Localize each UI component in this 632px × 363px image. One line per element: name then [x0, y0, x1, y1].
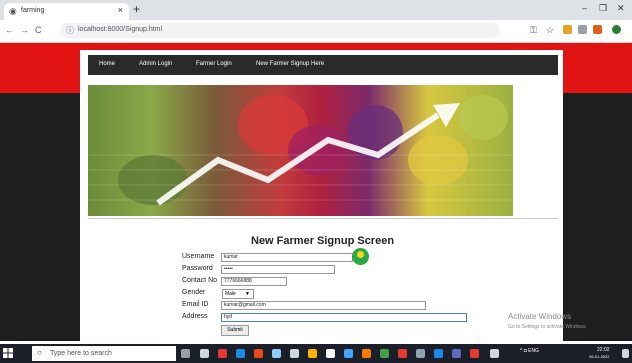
app-icon[interactable] [416, 349, 425, 358]
tab-title: farming [21, 7, 45, 14]
browser-tab-bar: ◉ farming × + – ❐ ✕ [0, 0, 632, 20]
top-navigation: Home Admin Login Farmer Login New Farmer… [88, 55, 558, 75]
mic-icon[interactable] [181, 349, 190, 358]
password-input[interactable]: ••••• [221, 265, 335, 274]
upward-trend-arrow [88, 103, 513, 206]
key-icon[interactable]: ⚿ [530, 25, 537, 36]
app-icon[interactable] [434, 349, 443, 358]
task-view-icon[interactable] [200, 349, 209, 358]
address-input[interactable]: hyd [221, 313, 467, 322]
chevron-down-icon: ▼ [245, 291, 250, 297]
search-placeholder: Type here to search [50, 350, 112, 357]
profile-avatar[interactable] [612, 25, 621, 34]
back-icon[interactable]: ← [5, 25, 14, 35]
username-label: Username [182, 253, 215, 260]
forward-icon[interactable]: → [20, 25, 29, 35]
email-input[interactable]: kumar@gmail.com [221, 301, 426, 310]
activate-windows-subtitle: Go to Settings to activate Windows. [508, 324, 587, 330]
app-icon[interactable] [272, 349, 281, 358]
minimize-icon[interactable]: – [582, 3, 587, 13]
extension-icon[interactable] [593, 25, 602, 34]
search-icon: ○ [37, 348, 42, 357]
app-icon[interactable] [470, 349, 479, 358]
file-explorer-icon[interactable] [308, 349, 317, 358]
contact-label: Contact No [182, 277, 218, 284]
activate-windows-title: Activate Windows [508, 312, 572, 321]
extension-icon[interactable] [563, 25, 572, 34]
windows-start-icon[interactable] [3, 348, 13, 358]
gender-select[interactable]: Male ▼ [222, 289, 254, 299]
globe-icon: ◉ [9, 6, 17, 16]
app-icon[interactable] [344, 349, 353, 358]
nav-farmer-login[interactable]: Farmer Login [196, 61, 232, 67]
app-icon[interactable] [452, 349, 461, 358]
submit-button[interactable]: Submit [221, 325, 249, 336]
nav-farmer-signup[interactable]: New Farmer Signup Here [256, 61, 324, 67]
store-icon[interactable] [326, 349, 335, 358]
taskbar-search-input[interactable]: ○ Type here to search [32, 346, 176, 361]
reload-icon[interactable]: C [35, 25, 42, 35]
banner-divider [88, 218, 558, 219]
username-input[interactable]: kumar [221, 253, 353, 262]
password-label: Password [182, 265, 213, 272]
nav-admin-login[interactable]: Admin Login [139, 61, 172, 67]
system-tray-icons[interactable]: ^ ◘ ENG [520, 348, 539, 354]
nav-home[interactable]: Home [99, 61, 115, 67]
email-label: Email ID [182, 301, 209, 308]
app-icon[interactable] [218, 349, 227, 358]
notification-icon[interactable] [622, 349, 629, 358]
close-window-icon[interactable]: ✕ [617, 3, 625, 14]
edge-icon[interactable] [236, 349, 245, 358]
gender-selected-value: Male [225, 291, 236, 297]
clock-time[interactable]: 22:02 [597, 347, 610, 353]
gender-label: Gender [182, 289, 206, 296]
browser-tab[interactable]: ◉ farming × [4, 3, 129, 20]
info-icon: ⓘ [66, 26, 74, 35]
close-tab-icon[interactable]: × [118, 5, 123, 15]
clock-date[interactable]: 26-01-2022 [589, 354, 609, 359]
url-text: localhost:8000/Signup.html [78, 26, 163, 33]
app-icon[interactable] [290, 349, 299, 358]
app-icon[interactable] [254, 349, 263, 358]
star-icon[interactable]: ☆ [546, 25, 554, 36]
address-label: Address [182, 313, 208, 320]
app-icon[interactable] [398, 349, 407, 358]
banner-image [88, 85, 513, 216]
url-input[interactable]: ⓘ localhost:8000/Signup.html [60, 23, 500, 38]
new-tab-button[interactable]: + [133, 2, 140, 16]
contact-input[interactable]: 7776666888 [221, 277, 287, 286]
app-icon[interactable] [490, 349, 499, 358]
location-pin-icon [352, 248, 369, 265]
address-bar: ← → C ⓘ localhost:8000/Signup.html ⚿ ☆ [0, 20, 632, 43]
extension-icon[interactable] [578, 25, 587, 34]
app-icon[interactable] [362, 349, 371, 358]
chrome-icon[interactable] [380, 349, 389, 358]
taskbar: ○ Type here to search ^ ◘ ENG 22:02 26-0… [0, 344, 632, 363]
page-title: New Farmer Signup Screen [251, 235, 395, 247]
maximize-icon[interactable]: ❐ [599, 3, 607, 14]
